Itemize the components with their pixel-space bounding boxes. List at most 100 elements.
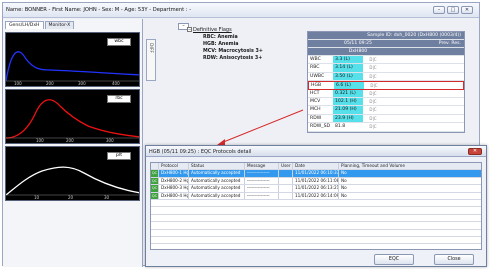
result-flag: D|C	[369, 124, 377, 130]
result-flag: D|C	[369, 73, 377, 79]
flag-item: RDW: Anisocytosis 3+	[203, 56, 263, 61]
x-tick: 300	[106, 138, 114, 143]
planning-cell: No	[341, 177, 347, 183]
result-parameter: MCV	[310, 98, 321, 104]
result-value: 3.50 (L)	[333, 72, 363, 81]
table-row[interactable]: QC DxH800-1 Hgb Automatically accepted ----…	[151, 170, 481, 178]
protocol-rows: QC DxH800-1 Hgb Automatically accepted ----…	[151, 170, 481, 245]
flag-item: RBC: Anemia	[203, 35, 238, 40]
user-cell	[279, 170, 293, 177]
definitive-flags: − Definitive Flags RBC: Anemia HGB: Anem…	[187, 27, 305, 61]
date-cell: 11/01/2022 06:13:21	[295, 185, 339, 192]
eqc-protocols-dialog: HGB (05/11 09:25) : EQC Protocols detail…	[145, 145, 487, 267]
x-tick: 400	[112, 81, 120, 86]
date-cell: 11/01/2022 06:10:37	[295, 170, 339, 177]
result-row[interactable]: RDW_SD 81.8 D|C	[308, 123, 464, 132]
results-header-date: 05/11 09:25 Prev. Res.	[308, 40, 464, 48]
rbc-plot-label: rbc	[107, 95, 131, 103]
empty-row	[151, 230, 481, 237]
result-row[interactable]: RDW 23.9 (H) D|C	[308, 114, 464, 124]
x-tick: 100	[14, 81, 22, 86]
table-header-row: Protocol Status Message User Date Planni…	[151, 163, 481, 171]
diff-panel-toggle[interactable]: DIFF	[146, 39, 156, 81]
minimize-button[interactable]: –	[433, 6, 445, 14]
wbc-histogram: wbc 100 200 300 400	[5, 32, 140, 87]
message-cell: ---------------	[245, 170, 279, 177]
result-value: 81.8	[335, 124, 346, 130]
planning-cell: No	[341, 170, 347, 176]
wbc-plot-label: wbc	[107, 38, 131, 46]
tab-monitor-x[interactable]: Monitor-X	[44, 21, 75, 29]
result-row[interactable]: MCV 102.1 (H) D|C	[308, 97, 464, 107]
flag-item: MCV: Macrocytosis 3+	[203, 49, 263, 54]
message-cell: ---------------	[245, 192, 279, 199]
result-value: 102.1 (H)	[333, 97, 363, 106]
result-parameter: HCT	[310, 90, 320, 96]
diff-label: DIFF	[148, 43, 153, 53]
previous-results-label: Prev. Res.	[438, 41, 461, 46]
qc-badge: QC	[151, 170, 159, 177]
tab-gens-lh-dxh[interactable]: Gens/LH/DxH	[5, 21, 44, 29]
table-row[interactable]: QC DxH800-2 Hgb Automatically accepted ----…	[151, 177, 481, 186]
flags-header: − Definitive Flags	[187, 27, 305, 33]
qc-badge: QC	[151, 177, 159, 185]
empty-row	[151, 222, 481, 230]
plt-histogram: plt 10 20 30	[5, 146, 140, 201]
title-bar: Name: BONNER - First Name: JOHN - Sex: M…	[3, 3, 479, 18]
instrument-name: DxH800	[348, 49, 368, 54]
instrument-tabs: Gens/LH/DxH Monitor-X	[5, 21, 75, 29]
status-cell: Automatically accepted	[189, 177, 245, 185]
column-header[interactable]: Protocol	[159, 163, 189, 170]
table-row[interactable]: QC DxH800-4 Hgb Automatically accepted ----…	[151, 192, 481, 200]
window-controls: – □ ✕	[433, 6, 473, 14]
result-row[interactable]: MCH 21.09 (H) D|C	[308, 106, 464, 115]
result-rows: WBC 3.3 (L) D|C RBC 3.14 (L) D|C UWBC 3.50 (L) D…	[308, 56, 464, 132]
column-header[interactable]: Message	[245, 163, 279, 170]
column-header[interactable]: Planning, Timeout and Volume	[339, 163, 481, 169]
result-row[interactable]: HCT 0.321 (L) D|C	[308, 89, 464, 98]
dialog-close-icon[interactable]: ✕	[468, 148, 482, 155]
flags-heading: Definitive Flags	[193, 27, 232, 33]
result-parameter: RDW	[310, 115, 322, 121]
result-flag: D|C	[370, 83, 378, 89]
x-tick: 200	[46, 81, 54, 86]
empty-row	[151, 215, 481, 223]
table-row[interactable]: QC DxH800-3 Hgb Automatically accepted ----…	[151, 185, 481, 193]
result-row[interactable]: RBC 3.14 (L) D|C	[308, 64, 464, 73]
flags-collapse-toggle[interactable]: −	[187, 27, 192, 32]
result-flag: D|C	[369, 107, 377, 113]
qc-badge: QC	[151, 192, 159, 199]
date-cell: 11/01/2022 06:11:08	[295, 177, 339, 185]
result-parameter: HGB	[311, 83, 322, 89]
x-tick: 300	[78, 81, 86, 86]
result-row[interactable]: UWBC 3.50 (L) D|C	[308, 72, 464, 82]
column-header[interactable]: Status	[189, 163, 245, 170]
maximize-button[interactable]: □	[447, 6, 459, 14]
x-tick: 20	[68, 195, 74, 200]
result-parameter: RBC	[310, 65, 320, 71]
close-button[interactable]: Close	[434, 254, 474, 265]
close-window-button[interactable]: ✕	[461, 6, 473, 14]
empty-row	[151, 207, 481, 215]
column-header[interactable]: Date	[293, 163, 339, 170]
result-row[interactable]: WBC 3.3 (L) D|C	[308, 56, 464, 65]
result-value: 21.09 (H)	[333, 106, 363, 114]
protocol-cell: DxH800-4 Hgb	[161, 192, 189, 199]
patient-title: Name: BONNER - First Name: JOHN - Sex: M…	[6, 7, 192, 13]
result-flag: D|C	[369, 57, 377, 62]
result-flag: D|C	[369, 90, 377, 96]
empty-row	[151, 200, 481, 208]
eqc-button[interactable]: EQC	[374, 254, 414, 265]
result-parameter: MCH	[310, 107, 321, 113]
rbc-histogram: rbc 100 200 300	[5, 89, 140, 144]
result-row[interactable]: HGB 6.6 (L) D|C	[308, 81, 464, 90]
column-header[interactable]: User	[279, 163, 293, 170]
dialog-title-bar: HGB (05/11 09:25) : EQC Protocols detail…	[146, 146, 486, 157]
user-cell	[279, 192, 293, 199]
result-date: 05/11 09:25	[344, 41, 372, 46]
result-value: 3.3 (L)	[333, 56, 363, 64]
results-header-instrument: DxH800	[308, 48, 464, 56]
result-parameter: WBC	[310, 57, 321, 62]
lab-application-window: Name: BONNER - First Name: JOHN - Sex: M…	[2, 2, 487, 267]
empty-row	[151, 237, 481, 245]
